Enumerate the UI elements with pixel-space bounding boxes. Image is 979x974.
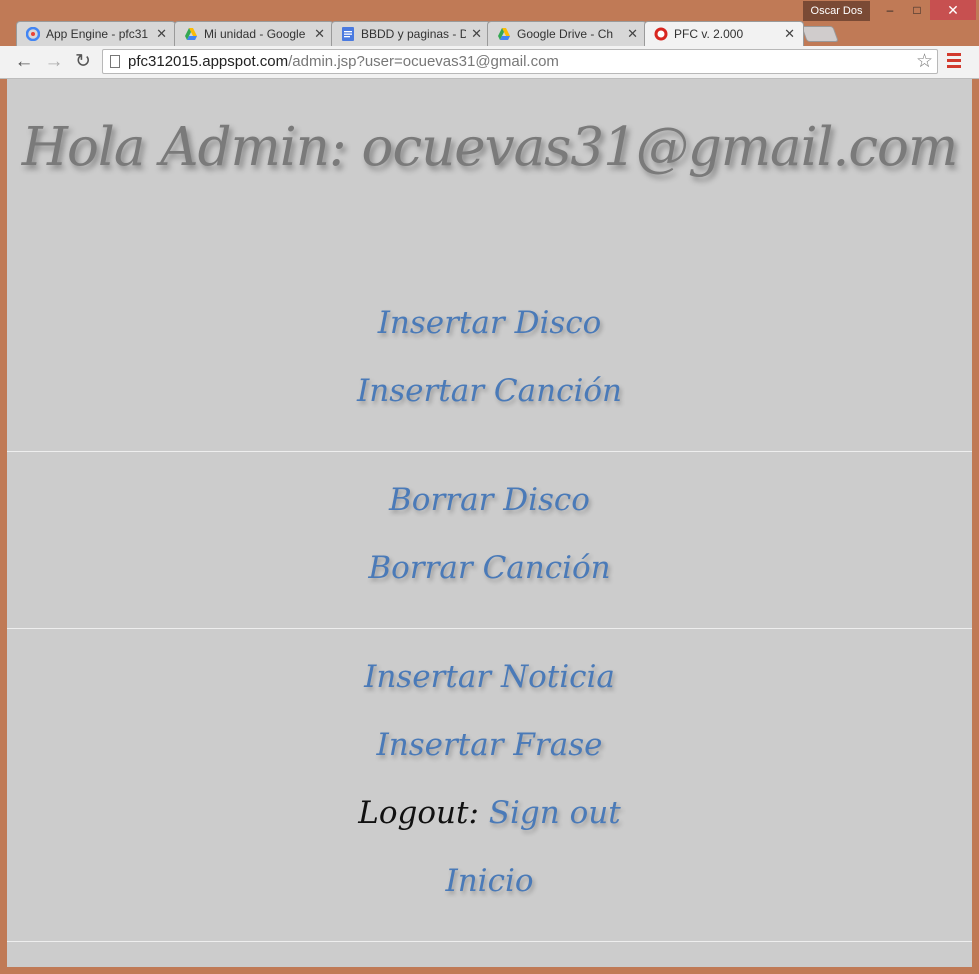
divider <box>7 451 972 452</box>
logout-label: Logout: <box>358 795 479 831</box>
tab-title: Google Drive - Ch <box>517 27 614 41</box>
google-docs-icon <box>342 27 354 41</box>
insert-phrase-link[interactable]: Insertar Frase <box>7 727 972 763</box>
profile-button[interactable]: Oscar Dos <box>803 1 870 21</box>
tab-mi-unidad[interactable]: Mi unidad - Google ✕ <box>174 21 334 46</box>
tab-close-icon[interactable]: ✕ <box>156 22 167 46</box>
google-drive-icon <box>498 28 510 40</box>
tab-close-icon[interactable]: ✕ <box>627 22 638 46</box>
page-viewport: Hola Admin: ocuevas31@gmail.com Insertar… <box>7 79 972 967</box>
sign-out-link[interactable]: Sign out <box>489 795 621 831</box>
minimize-button[interactable]: – <box>876 0 904 20</box>
url-path: /admin.jsp?user=ocuevas31@gmail.com <box>288 53 559 70</box>
forward-arrow-icon[interactable]: → <box>42 50 66 74</box>
delete-song-link[interactable]: Borrar Canción <box>7 550 972 586</box>
bookmark-star-icon[interactable]: ☆ <box>916 50 933 73</box>
page-title: Hola Admin: ocuevas31@gmail.com <box>21 117 958 178</box>
app-engine-icon <box>26 27 40 41</box>
browser-toolbar: ← → ↻ pfc312015.appspot.com/admin.jsp?us… <box>0 46 979 79</box>
url-host: pfc312015.appspot.com <box>128 53 289 70</box>
address-bar[interactable]: pfc312015.appspot.com/admin.jsp?user=ocu… <box>102 49 938 74</box>
tab-app-engine[interactable]: App Engine - pfc31 ✕ <box>16 21 176 46</box>
tab-bbdd[interactable]: BBDD y paginas - D ✕ <box>331 21 491 46</box>
tab-google-drive[interactable]: Google Drive - Ch ✕ <box>487 21 647 46</box>
logout-line: Logout: Sign out <box>7 795 972 831</box>
back-arrow-icon[interactable]: ← <box>12 50 36 74</box>
tab-title: App Engine - pfc31 <box>46 27 149 41</box>
insert-song-link[interactable]: Insertar Canción <box>7 373 972 409</box>
delete-disc-link[interactable]: Borrar Disco <box>7 482 972 518</box>
new-tab-button[interactable] <box>801 26 839 42</box>
tab-close-icon[interactable]: ✕ <box>471 22 482 46</box>
insert-disc-link[interactable]: Insertar Disco <box>7 305 972 341</box>
reload-icon[interactable]: ↻ <box>71 50 95 74</box>
url-text[interactable]: pfc312015.appspot.com/admin.jsp?user=ocu… <box>128 50 559 73</box>
page-icon <box>110 55 120 68</box>
divider <box>7 628 972 629</box>
tab-pfc[interactable]: PFC v. 2.000 ✕ <box>644 21 804 46</box>
maximize-button[interactable]: □ <box>904 0 930 20</box>
google-drive-icon <box>185 28 197 40</box>
tab-title: PFC v. 2.000 <box>674 27 744 41</box>
home-link[interactable]: Inicio <box>7 863 972 899</box>
tab-title: BBDD y paginas - D <box>361 27 466 41</box>
close-window-button[interactable]: ✕ <box>930 0 976 20</box>
divider <box>7 941 972 942</box>
tab-close-icon[interactable]: ✕ <box>784 22 795 46</box>
insert-news-link[interactable]: Insertar Noticia <box>7 659 972 695</box>
pfc-icon <box>654 27 668 41</box>
title-bar: Oscar Dos – □ ✕ App Engine - pfc31 ✕ Mi … <box>0 0 979 46</box>
tab-title: Mi unidad - Google <box>204 27 306 41</box>
tab-close-icon[interactable]: ✕ <box>314 22 325 46</box>
menu-icon[interactable] <box>947 53 961 71</box>
